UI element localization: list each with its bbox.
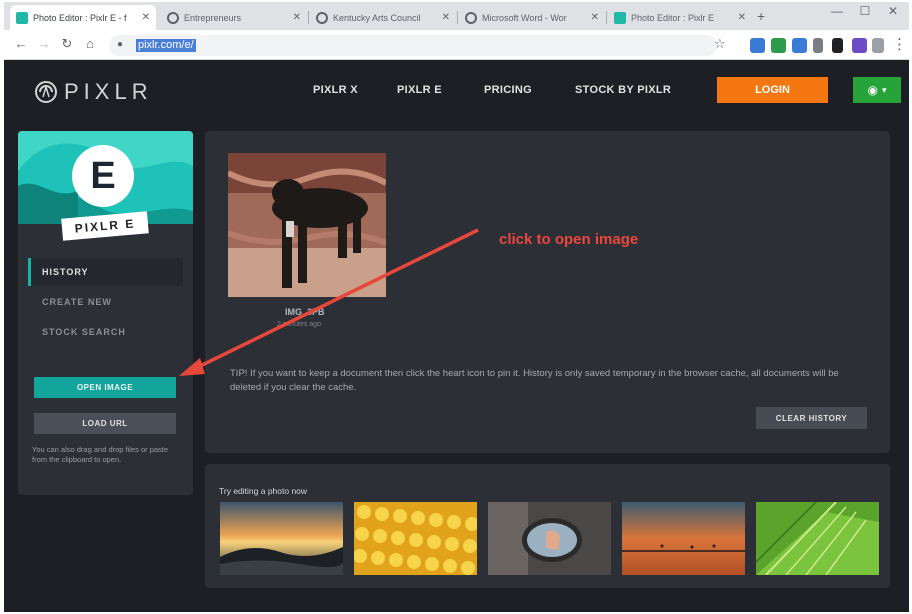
globe-favicon-icon bbox=[316, 11, 328, 24]
sample-photo-side-mirror[interactable] bbox=[488, 502, 611, 575]
open-image-button[interactable]: OPEN IMAGE bbox=[34, 377, 176, 398]
sample-photo-orange-sky[interactable] bbox=[622, 502, 745, 575]
dog-photo bbox=[228, 153, 386, 297]
history-thumbnail[interactable] bbox=[228, 153, 386, 297]
left-sidebar: E PIXLR E HISTORY CREATE NEW STOCK SEARC… bbox=[18, 131, 193, 495]
close-icon[interactable]: ✕ bbox=[738, 12, 746, 23]
sample-photo-palm-leaves[interactable] bbox=[756, 502, 879, 575]
nav-pixlr-x[interactable]: PIXLR X bbox=[313, 84, 358, 96]
sample-photo-sunset-landscape[interactable] bbox=[220, 502, 343, 575]
lock-icon: ● bbox=[117, 39, 124, 50]
url-text[interactable]: pixlr.com/e/ bbox=[136, 39, 196, 52]
sidebar-item-history[interactable]: HISTORY bbox=[28, 258, 183, 286]
thumbnail-time: 2 minutes ago bbox=[277, 321, 321, 328]
close-icon[interactable]: ✕ bbox=[293, 12, 301, 23]
orange-sky-image bbox=[622, 502, 745, 575]
drag-drop-note: You can also drag and drop files or past… bbox=[32, 445, 169, 464]
sample-photo-yellow-balls[interactable] bbox=[354, 502, 477, 575]
side-mirror-image bbox=[488, 502, 611, 575]
tab-title: Kentucky Arts Council bbox=[333, 12, 421, 23]
tab-microsoft-word[interactable]: Microsoft Word - Wor ✕ bbox=[459, 5, 605, 30]
maximize-button[interactable]: ☐ bbox=[852, 4, 878, 18]
extension-icon[interactable] bbox=[792, 38, 807, 53]
try-editing-title: Try editing a photo now bbox=[219, 486, 308, 496]
pixlr-favicon-icon bbox=[614, 11, 626, 24]
address-bar[interactable]: ● pixlr.com/e/ bbox=[109, 35, 717, 56]
tab-pixlr-e-2[interactable]: Photo Editor : Pixlr E ✕ bbox=[608, 5, 752, 30]
tab-separator bbox=[606, 11, 607, 24]
tab-bar: Photo Editor : Pixlr E - f ✕ Entrepreneu… bbox=[4, 2, 909, 30]
globe-favicon-icon bbox=[465, 11, 477, 24]
home-icon[interactable]: ⌂ bbox=[81, 36, 99, 51]
tab-title: Entrepreneurs bbox=[184, 12, 242, 23]
e-badge: E bbox=[72, 145, 134, 207]
sidebar-item-create-new[interactable]: CREATE NEW bbox=[28, 288, 183, 316]
login-button[interactable]: LOGIN bbox=[717, 77, 828, 103]
extension-icon[interactable] bbox=[771, 38, 786, 53]
extension-icon[interactable] bbox=[872, 38, 884, 53]
nav-pricing[interactable]: PRICING bbox=[484, 84, 532, 96]
yellow-balls-image bbox=[354, 502, 477, 575]
pixlr-e-banner: E bbox=[18, 131, 193, 224]
close-icon[interactable]: ✕ bbox=[142, 12, 150, 23]
globe-icon: ◉ bbox=[867, 83, 878, 97]
tab-separator bbox=[308, 11, 309, 24]
annotation-text: click to open image bbox=[499, 231, 639, 248]
history-panel: IMG_3PB 2 minutes ago click to open imag… bbox=[205, 131, 890, 453]
sunset-landscape-image bbox=[220, 502, 343, 575]
extension-icon[interactable] bbox=[813, 38, 823, 53]
tab-pixlr-e[interactable]: Photo Editor : Pixlr E - f ✕ bbox=[10, 5, 156, 30]
minimize-button[interactable]: — bbox=[824, 4, 850, 18]
tab-entrepreneurs[interactable]: Entrepreneurs ✕ bbox=[161, 5, 307, 30]
language-button[interactable]: ◉ ▾ bbox=[853, 77, 901, 103]
close-window-button[interactable]: ✕ bbox=[880, 4, 906, 18]
tab-title: Microsoft Word - Wor bbox=[482, 12, 567, 23]
bookmark-star-icon[interactable]: ☆ bbox=[714, 36, 726, 52]
browser-toolbar: ← → ↻ ⌂ ● pixlr.com/e/ ☆ ⋮ bbox=[4, 30, 909, 60]
nav-pixlr-e[interactable]: PIXLR E bbox=[397, 84, 442, 96]
globe-favicon-icon bbox=[167, 11, 179, 24]
pixlr-logo-icon bbox=[35, 81, 57, 103]
reload-icon[interactable]: ↻ bbox=[58, 36, 76, 52]
kebab-menu-icon[interactable]: ⋮ bbox=[892, 35, 907, 53]
browser-window: Photo Editor : Pixlr E - f ✕ Entrepreneu… bbox=[4, 2, 909, 612]
logo-text: PIXLR bbox=[64, 79, 153, 104]
back-arrow-icon[interactable]: ← bbox=[12, 36, 30, 51]
pixlr-logo[interactable]: PIXLR bbox=[34, 79, 153, 105]
forward-arrow-icon[interactable]: → bbox=[35, 36, 53, 51]
history-tip: TIP! If you want to keep a document then… bbox=[230, 368, 839, 393]
palm-leaves-image bbox=[756, 502, 879, 575]
clear-history-button[interactable]: CLEAR HISTORY bbox=[756, 407, 867, 429]
tab-separator bbox=[457, 11, 458, 24]
extension-icon[interactable] bbox=[750, 38, 765, 53]
site-header: PIXLR PIXLR X PIXLR E PRICING STOCK BY P… bbox=[4, 61, 909, 119]
tab-title: Photo Editor : Pixlr E bbox=[631, 12, 715, 23]
new-tab-button[interactable]: + bbox=[757, 8, 765, 24]
chevron-down-icon: ▾ bbox=[881, 84, 887, 95]
close-icon[interactable]: ✕ bbox=[591, 12, 599, 23]
tab-kentucky-arts[interactable]: Kentucky Arts Council ✕ bbox=[310, 5, 456, 30]
load-url-button[interactable]: LOAD URL bbox=[34, 413, 176, 434]
try-editing-panel: Try editing a photo now bbox=[205, 464, 890, 588]
extension-icon[interactable] bbox=[852, 38, 867, 53]
sidebar-item-stock-search[interactable]: STOCK SEARCH bbox=[28, 318, 183, 346]
thumbnail-name: IMG_3PB bbox=[285, 307, 325, 317]
extension-icon[interactable] bbox=[832, 38, 843, 53]
pixlr-favicon-icon bbox=[16, 11, 28, 24]
close-icon[interactable]: ✕ bbox=[442, 12, 450, 23]
tab-title: Photo Editor : Pixlr E - f bbox=[33, 12, 127, 23]
nav-stock-by-pixlr[interactable]: STOCK BY PIXLR bbox=[575, 84, 671, 96]
